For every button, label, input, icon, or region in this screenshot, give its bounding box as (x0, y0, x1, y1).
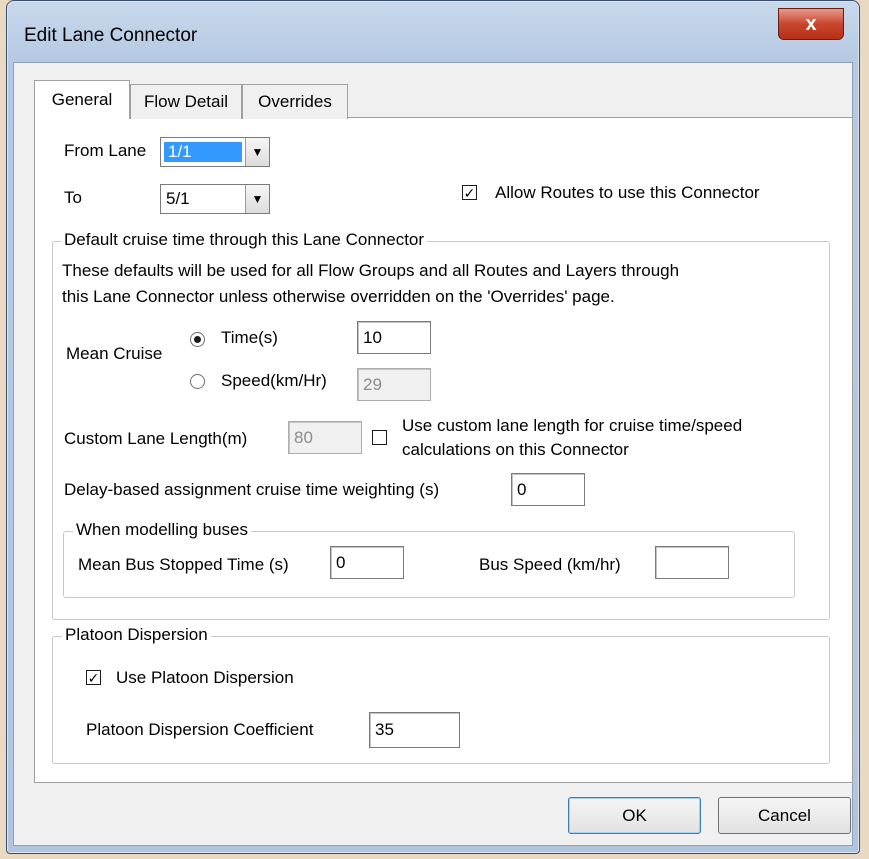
checkmark-icon: ✓ (463, 184, 476, 201)
cancel-button[interactable]: Cancel (718, 797, 851, 834)
time-radio[interactable] (190, 332, 205, 347)
use-custom-length-line2: calculations on this Connector (402, 440, 629, 459)
speed-input[interactable]: 29 (357, 368, 431, 401)
bus-speed-input[interactable] (655, 546, 729, 579)
tab-general-label: General (51, 90, 113, 109)
cruise-group-title: Default cruise time through this Lane Co… (61, 230, 428, 250)
speed-radio-label: Speed(km/Hr) (221, 371, 327, 390)
tab-overrides-label: Overrides (258, 92, 332, 111)
to-lane-value: 5/1 (166, 189, 190, 208)
use-platoon-checkbox[interactable]: ✓ (86, 670, 101, 685)
ok-button[interactable]: OK (568, 797, 701, 834)
from-lane-label: From Lane (64, 141, 147, 160)
from-lane-value: 1/1 (164, 142, 242, 162)
custom-length-input[interactable]: 80 (288, 421, 362, 454)
cruise-description-line2: this Lane Connector unless otherwise ove… (62, 287, 615, 306)
platoon-coefficient-input[interactable]: 35 (369, 712, 460, 748)
bus-speed-label: Bus Speed (km/hr) (479, 555, 621, 574)
cruise-description-line1: These defaults will be used for all Flow… (62, 261, 680, 280)
buses-group-title: When modelling buses (73, 520, 251, 540)
tab-general[interactable]: General (34, 80, 130, 119)
tab-overrides[interactable]: Overrides (242, 84, 348, 119)
use-custom-length-checkbox[interactable] (372, 430, 387, 445)
from-lane-select[interactable]: 1/1 ▼ (160, 137, 270, 167)
tab-flow-detail[interactable]: Flow Detail (130, 84, 242, 119)
dialog-title: Edit Lane Connector (24, 25, 198, 46)
close-icon: x (805, 12, 817, 35)
delay-weighting-input[interactable]: 0 (511, 473, 585, 506)
allow-routes-checkbox[interactable]: ✓ (462, 185, 477, 200)
close-button[interactable]: x (778, 8, 844, 40)
platoon-coefficient-label: Platoon Dispersion Coefficient (86, 720, 314, 739)
time-radio-label: Time(s) (221, 328, 278, 347)
radio-selected-dot (194, 336, 201, 343)
time-input[interactable]: 10 (357, 321, 431, 354)
bus-stopped-time-label: Mean Bus Stopped Time (s) (78, 555, 289, 574)
speed-radio[interactable] (190, 374, 205, 389)
platoon-group-title: Platoon Dispersion (62, 625, 211, 645)
mean-cruise-label: Mean Cruise (66, 344, 163, 363)
tab-flow-detail-label: Flow Detail (143, 92, 229, 111)
custom-length-label: Custom Lane Length(m) (64, 429, 248, 448)
use-platoon-label: Use Platoon Dispersion (116, 668, 294, 687)
bus-stopped-time-input[interactable]: 0 (330, 546, 404, 579)
checkmark-icon: ✓ (87, 669, 100, 686)
use-custom-length-line1: Use custom lane length for cruise time/s… (402, 416, 743, 435)
delay-weighting-label: Delay-based assignment cruise time weigh… (64, 480, 440, 499)
to-lane-select[interactable]: 5/1 ▼ (160, 184, 270, 214)
to-label: To (64, 188, 82, 207)
chevron-down-icon[interactable]: ▼ (245, 138, 269, 166)
allow-routes-label: Allow Routes to use this Connector (495, 183, 760, 202)
chevron-down-icon[interactable]: ▼ (245, 185, 269, 213)
